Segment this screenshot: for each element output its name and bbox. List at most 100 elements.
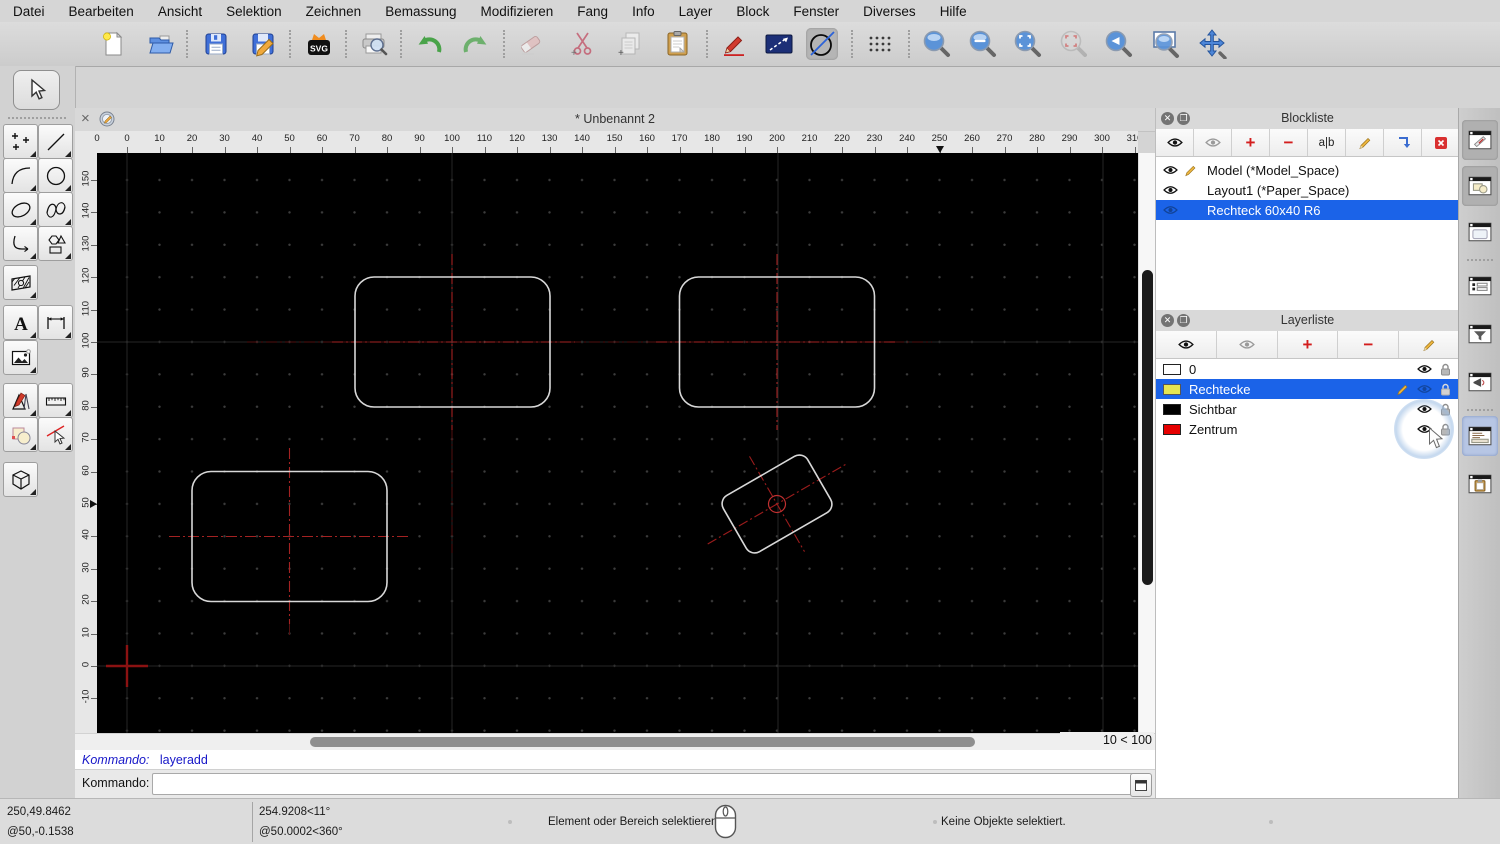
eye-icon[interactable] [1163,185,1178,195]
open-file-icon[interactable] [145,28,177,60]
block-hide-all-button[interactable] [1194,129,1232,156]
ellipse-tool[interactable] [3,192,38,227]
save-icon[interactable] [200,28,232,60]
panel-close-icon[interactable]: ✕ [1161,112,1174,125]
text-tool[interactable]: A [3,305,38,340]
block-delete-button[interactable] [1422,129,1459,156]
redo-icon[interactable] [460,28,492,60]
new-file-icon[interactable] [97,28,129,60]
save-as-icon[interactable] [247,28,279,60]
dock-filter-icon[interactable] [1462,314,1498,354]
circle-tool[interactable] [38,158,73,193]
layer-hide-all-button[interactable] [1216,331,1278,358]
lock-icon[interactable] [1440,363,1451,376]
menu-bearbeiten[interactable]: Bearbeiten [69,4,134,19]
command-input[interactable] [152,773,1134,795]
drawing-canvas[interactable] [97,153,1138,733]
block-row-rechteck[interactable]: Rechteck 60x40 R6 [1156,200,1459,220]
select-entity-tool[interactable] [38,417,73,452]
dock-draw-icon[interactable] [1462,120,1498,160]
layer-show-all-button[interactable] [1156,331,1217,358]
modify-tool[interactable] [3,383,38,418]
h-scrollbar-thumb[interactable] [310,737,975,747]
zoom-selection-icon[interactable] [1058,28,1090,60]
eye-icon[interactable] [1417,384,1432,394]
menu-diverses[interactable]: Diverses [863,4,916,19]
menu-fenster[interactable]: Fenster [793,4,839,19]
zoom-previous-icon[interactable] [1103,28,1135,60]
polyline-box-icon[interactable] [763,28,795,60]
menu-fang[interactable]: Fang [577,4,608,19]
delete-eraser-icon[interactable] [515,28,547,60]
librecad-window: Datei Bearbeiten Ansicht Selektion Zeich… [0,0,1500,844]
layer-row-0[interactable]: 0 [1156,359,1459,379]
eye-icon[interactable] [1417,364,1432,374]
menu-info[interactable]: Info [632,4,655,19]
layer-edit-button[interactable] [1399,331,1459,358]
undo-icon[interactable] [413,28,445,60]
line-tool[interactable] [38,124,73,159]
dock-layerlist-icon[interactable] [1462,266,1498,306]
eye-icon[interactable] [1163,205,1178,215]
v-scrollbar[interactable] [1138,153,1156,733]
menu-block[interactable]: Block [736,4,769,19]
paste-icon[interactable] [662,28,694,60]
dock-blocks-icon[interactable] [1462,166,1498,206]
arc-tool[interactable] [3,158,38,193]
layer-remove-button[interactable]: − [1338,331,1400,358]
menu-selektion[interactable]: Selektion [226,4,282,19]
h-scrollbar[interactable] [75,733,1155,751]
circle-line-icon[interactable] [806,28,838,60]
zoom-in-icon[interactable] [921,28,953,60]
zoom-window-icon[interactable] [1150,28,1182,60]
hatch-tool[interactable] [3,265,38,300]
select-arrow-button[interactable] [13,70,60,110]
points-tool[interactable] [3,124,38,159]
pan-icon[interactable] [1196,28,1228,60]
block-edit-button[interactable] [1346,129,1384,156]
menu-modifizieren[interactable]: Modifizieren [481,4,554,19]
block-insert-button[interactable] [1384,129,1422,156]
menu-layer[interactable]: Layer [679,4,713,19]
block-show-all-button[interactable] [1156,129,1194,156]
block-add-button[interactable]: + [1232,129,1270,156]
solid-3d-tool[interactable] [3,462,38,497]
spline-tool[interactable] [38,192,73,227]
block-row-model[interactable]: Model (*Model_Space) [1156,160,1459,180]
dock-notify-icon[interactable] [1462,362,1498,402]
menu-ansicht[interactable]: Ansicht [158,4,202,19]
layer-add-button[interactable]: + [1277,331,1339,358]
export-svg-icon[interactable]: SVG [303,28,335,60]
blocks-tool[interactable] [3,417,38,452]
copy-icon[interactable]: + [614,28,646,60]
polyline-tool[interactable] [3,226,38,261]
v-scrollbar-thumb[interactable] [1142,270,1153,585]
menu-datei[interactable]: Datei [13,4,45,19]
dock-command-icon[interactable] [1462,416,1498,456]
grid-toggle-icon[interactable] [864,28,896,60]
lock-icon[interactable] [1440,383,1451,396]
zoom-out-icon[interactable] [967,28,999,60]
layer-row-rechtecke[interactable]: Rechtecke [1156,379,1459,399]
block-remove-button[interactable]: − [1270,129,1308,156]
image-tool[interactable] [3,340,38,375]
block-row-layout1[interactable]: Layout1 (*Paper_Space) [1156,180,1459,200]
block-rename-button[interactable]: a|b [1308,129,1346,156]
draw-pen-icon[interactable] [718,28,750,60]
panel-float-icon[interactable]: ❐ [1177,314,1190,327]
panel-float-icon[interactable]: ❐ [1177,112,1190,125]
dimension-tool[interactable] [38,305,73,340]
menu-bemassung[interactable]: Bemassung [385,4,456,19]
cut-icon[interactable]: + [566,28,598,60]
panel-close-icon[interactable]: ✕ [1161,314,1174,327]
measure-tool[interactable] [38,383,73,418]
shapes-tool[interactable] [38,226,73,261]
dock-library-icon[interactable] [1462,212,1498,252]
command-detach-button[interactable] [1130,773,1152,797]
menu-hilfe[interactable]: Hilfe [940,4,967,19]
eye-icon[interactable] [1163,165,1178,175]
dock-clipboard-icon[interactable] [1462,464,1498,504]
menu-zeichnen[interactable]: Zeichnen [306,4,362,19]
zoom-auto-icon[interactable] [1012,28,1044,60]
print-preview-icon[interactable] [358,28,390,60]
